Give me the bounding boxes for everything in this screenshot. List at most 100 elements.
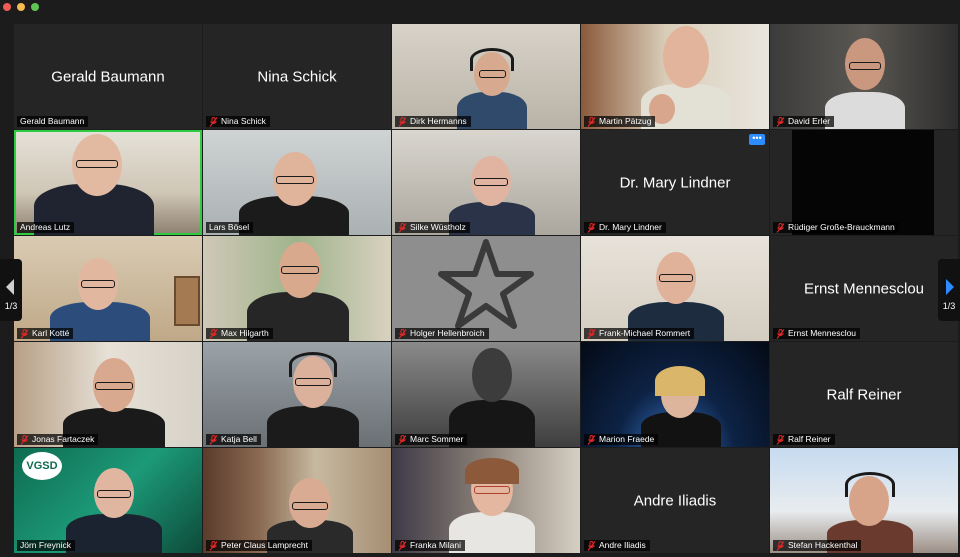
muted-mic-icon [776, 540, 785, 551]
muted-mic-icon [209, 434, 218, 445]
participant-display-name: Gerald Baumann [51, 68, 165, 85]
participant-video [820, 32, 910, 129]
participant-tile[interactable]: Gerald Baumann Gerald Baumann [14, 24, 202, 129]
participant-tile[interactable]: Katja Bell [203, 342, 391, 447]
participant-name: Silke Wüstholz [410, 222, 466, 232]
participant-name-label: Andreas Lutz [17, 222, 75, 233]
muted-mic-icon [209, 328, 218, 339]
participant-name: Lars Bösel [209, 222, 250, 232]
participant-name-label: Lars Bösel [206, 222, 254, 233]
participant-tile[interactable]: Rüdiger Große-Brauckmann [770, 130, 958, 235]
participant-name-label: Ralf Reiner [773, 434, 835, 445]
participant-tile[interactable]: Marion Fraede [581, 342, 769, 447]
participant-name-label: Dirk Hermanns [395, 116, 471, 127]
participant-name: Dirk Hermanns [410, 116, 467, 126]
participant-name: Holger Hellenbroich [410, 328, 485, 338]
participant-name-label: Karl Kotté [17, 328, 74, 339]
participant-name-label: Dr. Mary Lindner [584, 222, 666, 233]
participant-name: Frank-Michael Rommert [599, 328, 691, 338]
participant-tile[interactable]: Max Hilgarth [203, 236, 391, 341]
participant-name-label: Rüdiger Große-Brauckmann [773, 222, 899, 233]
participant-name: Marc Sommer [410, 434, 464, 444]
muted-mic-icon [398, 222, 407, 233]
participant-name: Jonas Fartaczek [32, 434, 95, 444]
participant-name-label: David Erler [773, 116, 835, 127]
muted-mic-icon [587, 434, 596, 445]
participant-name: Ernst Mennesclou [788, 328, 857, 338]
muted-mic-icon [587, 222, 596, 233]
participant-name-label: Katja Bell [206, 434, 261, 445]
participant-name: Franka Milani [410, 540, 462, 550]
participant-tile[interactable]: VGSD Jörn Freynick [14, 448, 202, 553]
participant-name-label: Gerald Baumann [17, 116, 89, 127]
participant-tile[interactable]: ••• Dr. Mary Lindner Dr. Mary Lindner [581, 130, 769, 235]
zoom-window-button[interactable] [31, 3, 39, 11]
more-options-button[interactable]: ••• [749, 134, 765, 145]
participant-name: Martin Pätzug [599, 116, 652, 126]
minimize-window-button[interactable] [17, 3, 25, 11]
participant-name: Nina Schick [221, 116, 266, 126]
participant-tile[interactable]: Andre Iliadis Andre Iliadis [581, 448, 769, 553]
participant-name-label: Nina Schick [206, 116, 270, 127]
participant-name: Dr. Mary Lindner [599, 222, 662, 232]
participant-name-label: Silke Wüstholz [395, 222, 470, 233]
close-window-button[interactable] [3, 3, 11, 11]
muted-mic-icon [587, 540, 596, 551]
participant-tile[interactable]: Ralf Reiner Ralf Reiner [770, 342, 958, 447]
participant-tile[interactable]: Franka Milani [392, 448, 580, 553]
participant-tile[interactable]: Peter Claus Lamprecht [203, 448, 391, 553]
window-titlebar [0, 0, 960, 14]
participant-tile[interactable]: Frank-Michael Rommert [581, 236, 769, 341]
participant-tile[interactable]: Marc Sommer [392, 342, 580, 447]
participant-tile[interactable]: Ernst Mennesclou Ernst Mennesclou [770, 236, 958, 341]
participant-name: Karl Kotté [32, 328, 70, 338]
muted-mic-icon [776, 328, 785, 339]
participant-tile[interactable]: Silke Wüstholz [392, 130, 580, 235]
wall-clock-image [174, 276, 200, 326]
participant-tile[interactable]: Karl Kotté [14, 236, 202, 341]
muted-mic-icon [398, 540, 407, 551]
muted-mic-icon [776, 434, 785, 445]
participant-video [263, 350, 363, 447]
participant-tile[interactable]: Holger Hellenbroich [392, 236, 580, 341]
muted-mic-icon [20, 328, 29, 339]
participant-tile[interactable]: David Erler [770, 24, 958, 129]
participant-video [243, 238, 353, 341]
participant-tile[interactable]: Stefan Hackenthal [770, 448, 958, 553]
participant-name-label: Holger Hellenbroich [395, 328, 489, 339]
participant-name-label: Jonas Fartaczek [17, 434, 99, 445]
participant-display-name: Ralf Reiner [826, 386, 902, 403]
page-indicator: 1/3 [942, 301, 956, 311]
participant-video [34, 134, 164, 235]
participant-tile[interactable]: Nina Schick Nina Schick [203, 24, 391, 129]
muted-mic-icon [209, 540, 218, 551]
participant-tile-active-speaker[interactable]: Andreas Lutz [14, 130, 202, 235]
chevron-left-icon [6, 279, 14, 295]
participant-name-label: Ernst Mennesclou [773, 328, 861, 339]
participant-tile[interactable]: Dirk Hermanns [392, 24, 580, 129]
participant-tile[interactable]: Lars Bösel [203, 130, 391, 235]
muted-mic-icon [20, 434, 29, 445]
participant-display-name: Nina Schick [257, 68, 337, 85]
participant-name: Andreas Lutz [20, 222, 71, 232]
muted-mic-icon [398, 434, 407, 445]
next-page-button[interactable]: 1/3 [938, 259, 960, 321]
muted-mic-icon [587, 328, 596, 339]
participant-tile[interactable]: Martin Pätzug [581, 24, 769, 129]
participant-display-name: Dr. Mary Lindner [619, 174, 731, 191]
vgsd-logo: VGSD [22, 452, 62, 480]
gallery-grid: Gerald Baumann Gerald Baumann Nina Schic… [14, 24, 958, 555]
participant-video [447, 346, 537, 447]
participant-video [641, 24, 731, 129]
participant-name: Ralf Reiner [788, 434, 831, 444]
participant-name: Marion Fraede [599, 434, 655, 444]
participant-display-name: Ernst Mennesclou [803, 280, 925, 297]
muted-mic-icon [776, 222, 785, 233]
participant-name-label: Franka Milani [395, 540, 466, 551]
participant-tile[interactable]: Jonas Fartaczek [14, 342, 202, 447]
participant-name-label: Jörn Freynick [17, 540, 76, 551]
previous-page-button[interactable]: 1/3 [0, 259, 22, 321]
participant-name: David Erler [788, 116, 831, 126]
participant-name: Katja Bell [221, 434, 257, 444]
participant-name-label: Peter Claus Lamprecht [206, 540, 312, 551]
